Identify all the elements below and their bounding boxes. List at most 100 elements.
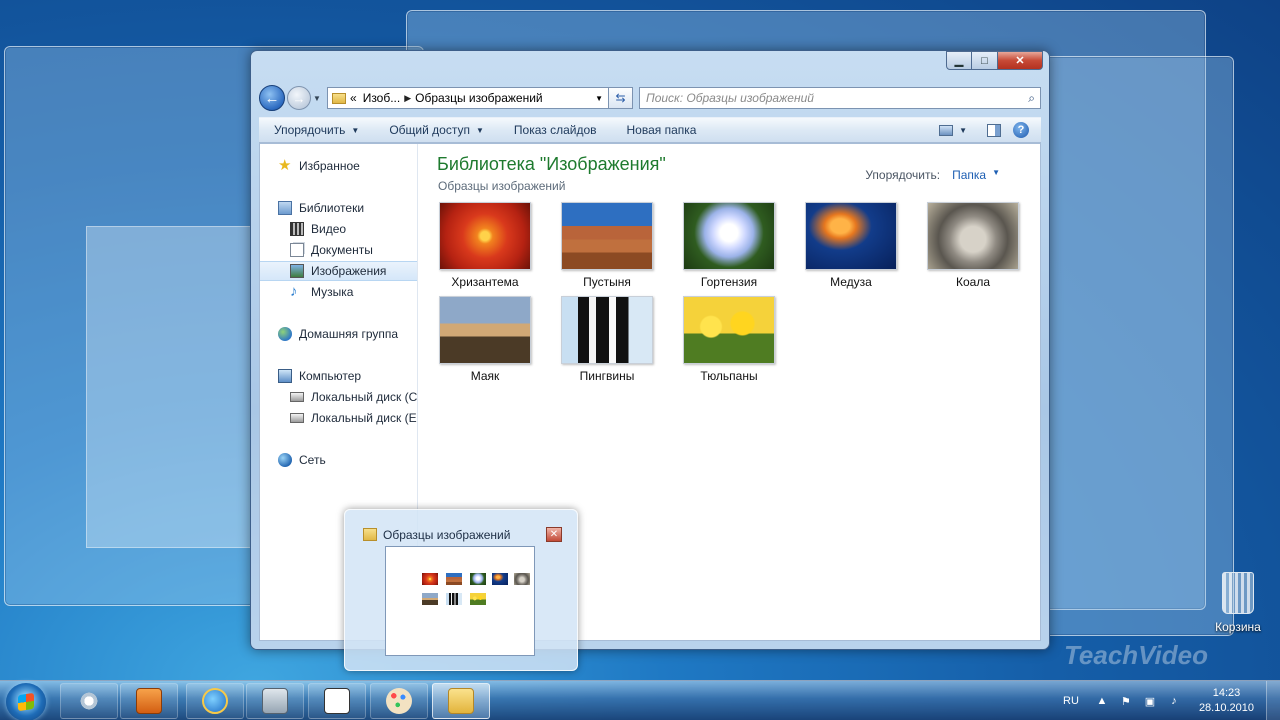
taskbar-explorer[interactable] xyxy=(432,683,490,719)
nav-label: Домашняя группа xyxy=(299,327,399,341)
chevron-down-icon: ▼ xyxy=(475,125,484,135)
share-button[interactable]: Общий доступ ▼ xyxy=(374,123,499,137)
nav-item-video[interactable]: Видео xyxy=(260,219,417,239)
homegroup-icon xyxy=(278,327,292,341)
image-label: Гортензия xyxy=(700,275,758,289)
image-thumbnail xyxy=(439,202,531,270)
show-hidden-icons-icon[interactable]: ▲ xyxy=(1095,695,1109,707)
forward-button[interactable]: → xyxy=(287,86,311,110)
mini-thumbnail xyxy=(446,593,462,605)
mini-thumbnail xyxy=(492,573,508,585)
taskbar-thumbnail-preview[interactable]: Образцы изображений ✕ xyxy=(344,509,578,671)
preview-pane-icon[interactable] xyxy=(987,123,1001,137)
action-center-flag-icon[interactable]: ⚑ xyxy=(1119,695,1133,708)
network-tray-icon[interactable]: ▣ xyxy=(1143,695,1157,708)
help-icon[interactable]: ? xyxy=(1013,122,1029,138)
mini-thumbnail xyxy=(446,573,462,585)
recycle-bin[interactable]: Корзина xyxy=(1214,572,1262,634)
refresh-button[interactable]: ⇆ xyxy=(609,87,633,109)
watermark: TeachVideo xyxy=(1064,640,1209,670)
breadcrumb-library[interactable]: Изоб... xyxy=(363,91,401,105)
image-item[interactable]: Гортензия xyxy=(674,202,784,289)
folder-icon xyxy=(332,92,346,104)
search-icon[interactable]: ⌕ xyxy=(1028,91,1035,106)
nav-item-network[interactable]: Сеть xyxy=(260,450,417,470)
library-icon xyxy=(278,201,292,215)
slideshow-button[interactable]: Показ слайдов xyxy=(499,123,612,137)
taskbar-calculator[interactable] xyxy=(246,683,304,719)
clock-date: 28.10.2010 xyxy=(1198,702,1254,714)
arrange-value-link[interactable]: Папка xyxy=(952,168,986,182)
nav-item-disk-c[interactable]: Локальный диск (C:) xyxy=(260,387,417,407)
image-label: Маяк xyxy=(470,369,500,383)
hard-disk-icon xyxy=(290,392,304,402)
address-bar[interactable]: « Изоб... ▶ Образцы изображений ▼ xyxy=(327,87,609,109)
chevron-down-icon[interactable]: ▼ xyxy=(992,168,1000,182)
volume-icon[interactable]: ♪ xyxy=(1167,695,1181,707)
star-icon: ★ xyxy=(278,157,292,174)
address-dropdown-icon[interactable]: ▼ xyxy=(590,94,608,103)
pictures-icon xyxy=(290,264,304,278)
image-thumbnail xyxy=(683,296,775,364)
search-input[interactable]: Поиск: Образцы изображений ⌕ xyxy=(639,87,1041,109)
hard-disk-icon xyxy=(290,413,304,423)
preview-window-thumbnail[interactable] xyxy=(385,546,535,656)
nav-item-homegroup[interactable]: Домашняя группа xyxy=(260,324,417,344)
maximize-button[interactable]: □ xyxy=(972,51,998,70)
language-indicator[interactable]: RU xyxy=(1063,695,1079,707)
nav-item-disk-e[interactable]: Локальный диск (E:) xyxy=(260,408,417,428)
taskbar-solitaire[interactable] xyxy=(308,683,366,719)
mini-thumbnail xyxy=(514,573,530,585)
close-button[interactable]: ✕ xyxy=(998,51,1043,70)
breadcrumb-separator-icon[interactable]: ▶ xyxy=(404,93,411,104)
clock[interactable]: 14:23 28.10.2010 xyxy=(1199,686,1254,716)
nav-item-images[interactable]: Изображения xyxy=(260,261,417,281)
view-options-chevron-icon[interactable]: ▼ xyxy=(959,126,967,135)
image-item[interactable]: Медуза xyxy=(796,202,906,289)
taskbar-internet-explorer[interactable] xyxy=(186,683,244,719)
video-icon xyxy=(290,222,304,236)
image-item[interactable]: Пингвины xyxy=(552,296,662,383)
taskbar-paint[interactable] xyxy=(370,683,428,719)
image-label: Хризантема xyxy=(451,275,519,289)
start-button[interactable] xyxy=(6,683,46,720)
recycle-bin-icon xyxy=(1222,572,1254,614)
image-item[interactable]: Маяк xyxy=(430,296,540,383)
nav-label: Изображения xyxy=(311,264,387,278)
explorer-folder-icon xyxy=(448,688,474,714)
new-folder-button[interactable]: Новая папка xyxy=(612,123,712,137)
nav-item-music[interactable]: ♪ Музыка xyxy=(260,282,417,302)
nav-item-libraries[interactable]: Библиотеки xyxy=(260,198,417,218)
minimize-button[interactable]: ▁ xyxy=(946,51,972,70)
image-thumbnail xyxy=(927,202,1019,270)
mini-thumbnail xyxy=(470,593,486,605)
breadcrumb-current[interactable]: Образцы изображений xyxy=(415,91,542,105)
nav-item-computer[interactable]: Компьютер xyxy=(260,366,417,386)
image-thumbnail xyxy=(561,296,653,364)
navigation-bar: ← → ▼ « Изоб... ▶ Образцы изображений ▼ … xyxy=(259,83,1041,113)
background-window-3 xyxy=(1040,56,1234,636)
calculator-icon xyxy=(262,688,288,714)
computer-icon xyxy=(278,369,292,383)
breadcrumb-overflow[interactable]: « xyxy=(350,91,357,105)
command-bar: Упорядочить ▼ Общий доступ ▼ Показ слайд… xyxy=(259,117,1041,143)
image-item[interactable]: Хризантема xyxy=(430,202,540,289)
show-desktop-button[interactable] xyxy=(1266,681,1280,720)
image-label: Пингвины xyxy=(579,369,635,383)
nav-label: Видео xyxy=(311,222,347,236)
taskbar-snipping-tool[interactable] xyxy=(60,683,118,719)
image-item[interactable]: Коала xyxy=(918,202,1028,289)
taskbar-media-player[interactable] xyxy=(120,683,178,719)
organize-button[interactable]: Упорядочить ▼ xyxy=(259,123,374,137)
snipping-tool-icon xyxy=(76,688,102,714)
preview-close-button[interactable]: ✕ xyxy=(546,527,562,542)
change-view-icon[interactable] xyxy=(939,124,954,136)
recent-pages-dropdown-icon[interactable]: ▼ xyxy=(313,94,323,103)
image-item[interactable]: Тюльпаны xyxy=(674,296,784,383)
nav-label: Избранное xyxy=(299,159,360,173)
background-window-4 xyxy=(86,226,256,548)
nav-item-documents[interactable]: Документы xyxy=(260,240,417,260)
image-item[interactable]: Пустыня xyxy=(552,202,662,289)
back-button[interactable]: ← xyxy=(259,85,285,111)
nav-item-favorites[interactable]: ★ Избранное xyxy=(260,156,417,176)
